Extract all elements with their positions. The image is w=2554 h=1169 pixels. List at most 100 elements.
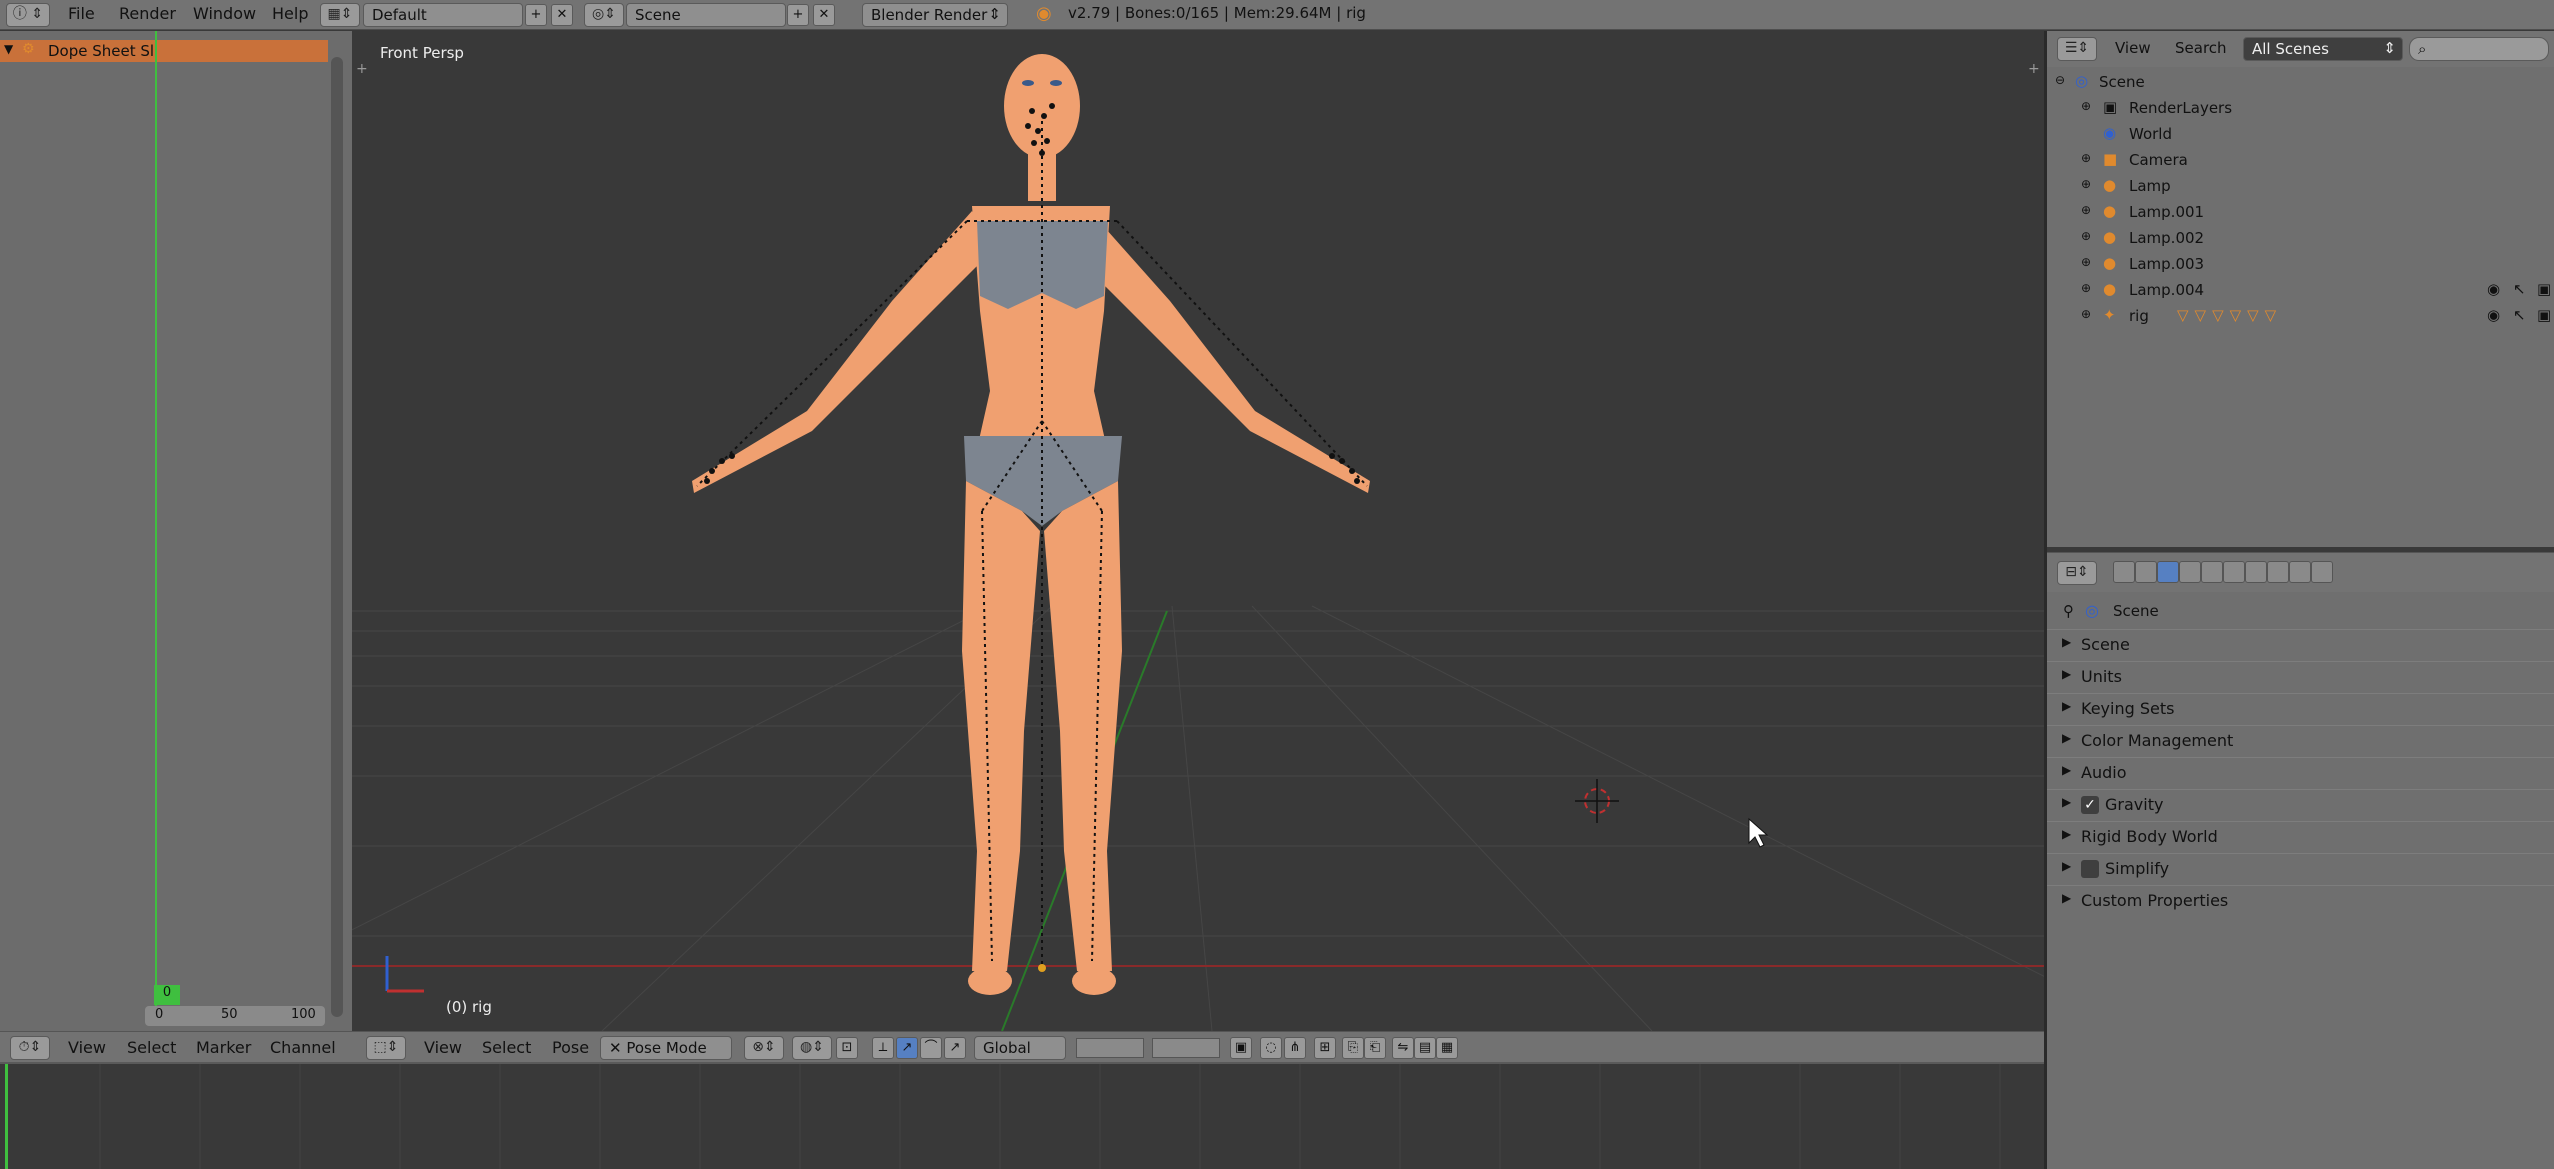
panel-units[interactable]: ▶ Units [2047,661,2554,692]
dope-sheet-summary-row[interactable]: ▼ ⚙ Dope Sheet Sl [0,40,328,62]
panel-expand-triangle-icon[interactable]: ▶ [2062,859,2071,873]
panel-color-management[interactable]: ▶ Color Management [2047,725,2554,756]
toolshelf-toggle-icon[interactable]: + [356,61,368,77]
properties-editor[interactable]: ⚲ ◎ Scene ▶ Scene ▶ Units ▶ Keying Sets … [2047,592,2554,1169]
pivot-point-icon[interactable]: ◍⇕ [792,1036,832,1060]
dope-sheet-editor-type-icon[interactable]: ⏱⇕ [10,1036,50,1060]
remove-layout-icon[interactable]: ✕ [551,4,573,26]
outliner-row-lamp[interactable]: ⊕ ● Lamp [2047,173,2554,199]
outliner-row-lamp-001[interactable]: ⊕ ● Lamp.001 [2047,199,2554,225]
outliner-row-lamp-003[interactable]: ⊕ ● Lamp.003 [2047,251,2554,277]
current-frame-badge[interactable]: 0 [154,985,180,1005]
physics-tab-icon[interactable] [2311,561,2333,583]
panel-expand-triangle-icon[interactable]: ▶ [2062,635,2071,649]
outliner-row-lamp-004[interactable]: ⊕ ● Lamp.004 ◉ ↖ ▣ [2047,277,2554,303]
outliner-tree[interactable]: ⊖ ◎ Scene ⊕ ▣ RenderLayers ◉ World ⊕ ■ C… [2047,67,2554,547]
dope-menu-select[interactable]: Select [127,1038,176,1057]
scene-selector-icon[interactable]: ◎⇕ [584,3,624,27]
outliner-row-lamp-002[interactable]: ⊕ ● Lamp.002 [2047,225,2554,251]
pin-icon[interactable]: ⚲ [2063,602,2074,620]
outliner-display-mode-dropdown[interactable]: All Scenes ⇕ [2243,37,2403,61]
object-tab-icon[interactable] [2201,561,2223,583]
collapse-icon[interactable]: ⊖ [2055,73,2065,87]
dope-menu-marker[interactable]: Marker [196,1038,251,1057]
rotate-manipulator-icon[interactable]: ⌒ [920,1037,942,1059]
panel-rigid-body-world[interactable]: ▶ Rigid Body World [2047,821,2554,852]
texture-tab-icon[interactable] [2289,561,2311,583]
panel-audio[interactable]: ▶ Audio [2047,757,2554,788]
panel-expand-triangle-icon[interactable]: ▶ [2062,763,2071,777]
scale-manipulator-icon[interactable]: ↗ [944,1037,966,1059]
properties-editor-type-icon[interactable]: ⊟⇕ [2057,561,2097,585]
outliner-search-input[interactable]: ⌕ [2409,37,2549,61]
panel-scene[interactable]: ▶ Scene [2047,629,2554,660]
viewport-shading-icon[interactable]: ⊗⇕ [744,1036,784,1060]
renderable-camera-icon[interactable]: ▣ [2537,306,2551,324]
armature-data-tab-icon[interactable] [2245,561,2267,583]
paste-pose-icon[interactable]: ⎗ [1364,1037,1386,1059]
dope-menu-channel[interactable]: Channel [270,1038,336,1057]
expand-icon[interactable]: ⊕ [2081,255,2091,269]
panel-expand-triangle-icon[interactable]: ▶ [2062,891,2071,905]
restrict-selection-icon[interactable]: ⊡ [836,1037,858,1059]
outliner-row-camera[interactable]: ⊕ ■ Camera [2047,147,2554,173]
current-frame-line[interactable] [155,31,157,1016]
add-layout-icon[interactable]: + [525,4,547,26]
viewport-menu-view[interactable]: View [424,1038,462,1057]
viewport-menu-select[interactable]: Select [482,1038,531,1057]
character-model[interactable] [692,54,1370,995]
dope-sheet-editor[interactable]: ▼ ⚙ Dope Sheet Sl 0 0 50 100 [0,31,352,1062]
simplify-checkbox[interactable] [2081,860,2099,878]
timeline-strip[interactable] [0,1062,2044,1169]
transform-orientation-dropdown[interactable]: Global [974,1036,1066,1060]
panel-expand-triangle-icon[interactable]: ▶ [2062,795,2071,809]
panel-expand-triangle-icon[interactable]: ▶ [2062,827,2071,841]
scene-tab-icon[interactable] [2157,561,2179,583]
scene-field[interactable]: Scene [626,3,786,27]
expand-icon[interactable]: ⊕ [2081,229,2091,243]
screen-layout-field[interactable]: Default [363,3,523,27]
properties-shelf-toggle-icon[interactable]: + [2028,61,2040,77]
expand-icon[interactable]: ⊕ [2081,203,2091,217]
outliner-row-world[interactable]: ◉ World [2047,121,2554,147]
layer-buttons-b[interactable] [1152,1038,1220,1058]
viewport-editor-type-icon[interactable]: ⬚⇕ [366,1036,406,1060]
menu-window[interactable]: Window [193,4,256,23]
copy-pose-icon[interactable]: ⎘ [1342,1037,1364,1059]
panel-expand-triangle-icon[interactable]: ▶ [2062,699,2071,713]
lock-layers-icon[interactable]: ▣ [1230,1037,1252,1059]
selectable-cursor-icon[interactable]: ↖ [2513,280,2526,298]
gravity-checkbox[interactable]: ✓ [2081,796,2099,814]
snap-element-icon[interactable]: ⊞ [1314,1037,1336,1059]
remove-scene-icon[interactable]: ✕ [813,4,835,26]
selectable-cursor-icon[interactable]: ↖ [2513,306,2526,324]
panel-expand-triangle-icon[interactable]: ▶ [2062,731,2071,745]
snap-icon[interactable]: ⋔ [1284,1037,1306,1059]
panel-expand-triangle-icon[interactable]: ▶ [2062,667,2071,681]
expand-icon[interactable]: ⊕ [2081,281,2091,295]
render-tab-icon[interactable] [2113,561,2135,583]
world-tab-icon[interactable] [2179,561,2201,583]
render-opengl-icon[interactable]: ▤ [1414,1037,1436,1059]
panel-simplify[interactable]: ▶ Simplify [2047,853,2554,884]
vertical-scrollbar[interactable] [331,57,343,1017]
3d-viewport[interactable]: Front Persp (0) rig + + [352,31,2044,1031]
bone-tab-icon[interactable] [2267,561,2289,583]
outliner-row-scene[interactable]: ⊖ ◎ Scene [2047,69,2554,95]
dope-menu-view[interactable]: View [68,1038,106,1057]
3d-cursor-icon[interactable] [1575,779,1619,823]
constraints-tab-icon[interactable] [2223,561,2245,583]
panel-gravity[interactable]: ▶ ✓ Gravity [2047,789,2554,820]
add-scene-icon[interactable]: + [787,4,809,26]
expand-icon[interactable]: ⊕ [2081,99,2091,113]
expand-icon[interactable]: ⊕ [2081,307,2091,321]
translate-manipulator-icon[interactable]: ↗ [896,1037,918,1059]
menu-file[interactable]: File [68,4,95,23]
render-anim-icon[interactable]: ▦ [1436,1037,1458,1059]
expand-icon[interactable]: ⊕ [2081,151,2091,165]
visibility-eye-icon[interactable]: ◉ [2487,280,2500,298]
layer-buttons-a[interactable] [1076,1038,1144,1058]
frame-ruler[interactable]: 0 50 100 [145,1006,325,1026]
render-engine-dropdown[interactable]: Blender Render ⇕ [862,3,1008,27]
menu-help[interactable]: Help [272,4,308,23]
